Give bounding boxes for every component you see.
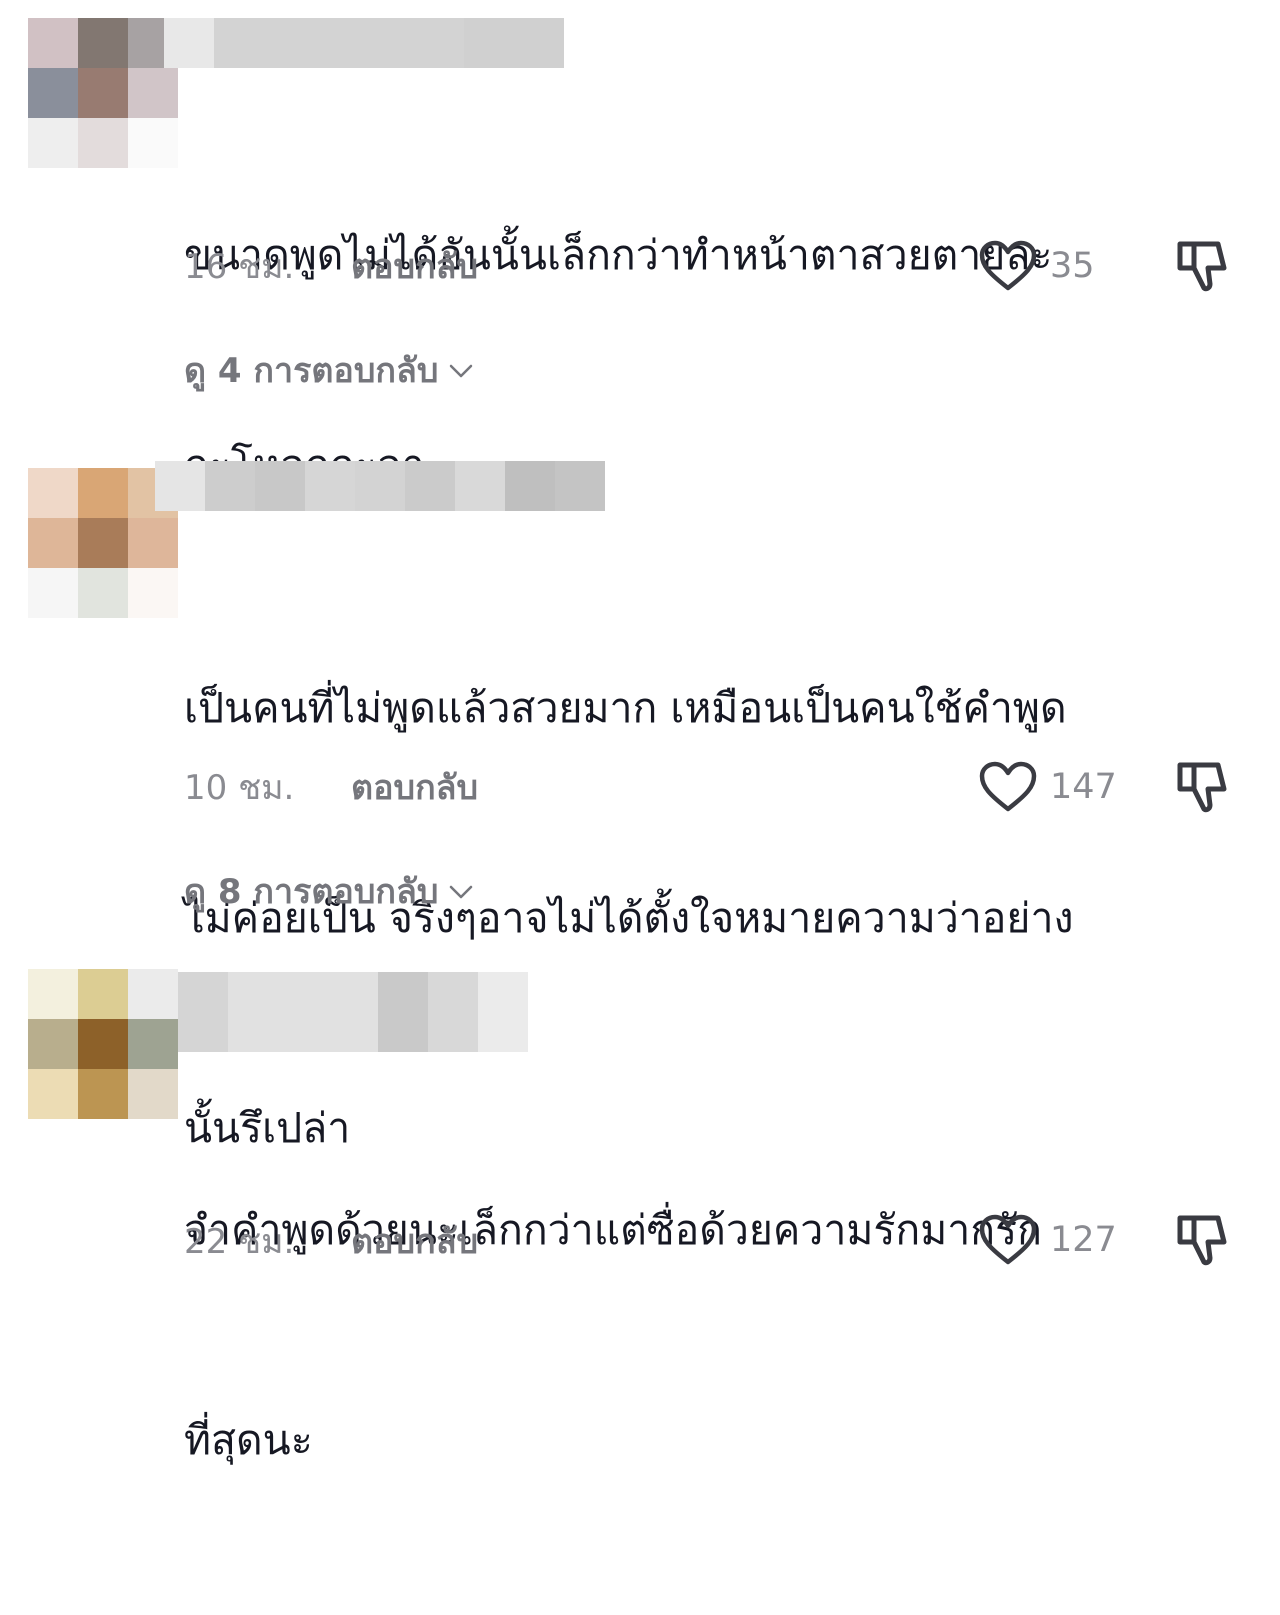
avatar-pixel — [28, 1019, 78, 1069]
username-pixel — [305, 461, 355, 511]
avatar-pixel — [128, 1069, 178, 1119]
reply-button[interactable]: ตอบกลับ — [351, 1214, 478, 1268]
username-pixel — [555, 461, 605, 511]
username-pixel — [205, 461, 255, 511]
username-pixel — [455, 461, 505, 511]
avatar-pixel — [128, 68, 178, 118]
username-pixel — [478, 972, 528, 1052]
comment-time: 10 ชม. — [184, 768, 295, 808]
username-blurred[interactable] — [155, 461, 605, 511]
username-pixel — [378, 972, 428, 1052]
like-button[interactable]: 35 — [978, 240, 1095, 292]
avatar-pixel — [128, 518, 178, 568]
view-replies-button[interactable]: ดู 8 การตอบกลับ — [184, 864, 474, 918]
username-pixel — [255, 461, 305, 511]
comment-time: 16 ชม. — [184, 247, 295, 287]
chevron-down-icon — [450, 885, 473, 899]
comment-text-line: เป็นคนที่ไม่พูดแล้วสวยมาก เหมือนเป็นคนใช… — [184, 684, 1067, 732]
avatar-pixel — [78, 68, 128, 118]
dislike-icon[interactable] — [1174, 1212, 1230, 1268]
comment-text: จำคำพูดด้วยนะเล็กกว่าแต่ซื่อด้วยความรักม… — [184, 1055, 1244, 1615]
username-blurred[interactable] — [178, 972, 528, 1052]
comment-time: 22 ชม. — [184, 1222, 295, 1262]
dislike-icon[interactable] — [1174, 238, 1230, 294]
view-replies-label: ดู 8 การตอบกลับ — [184, 872, 439, 912]
view-replies-label: ดู 4 การตอบกลับ — [184, 351, 439, 391]
avatar-pixel — [78, 568, 128, 618]
username-pixel — [364, 18, 414, 68]
view-replies-button[interactable]: ดู 4 การตอบกลับ — [184, 343, 474, 397]
username-pixel — [328, 972, 378, 1052]
like-button[interactable]: 147 — [978, 761, 1117, 813]
like-button[interactable]: 127 — [978, 1214, 1117, 1266]
username-pixel — [414, 18, 464, 68]
username-pixel — [514, 18, 564, 68]
avatar-pixel — [28, 568, 78, 618]
avatar-pixel — [28, 1069, 78, 1119]
avatar-pixel — [78, 1019, 128, 1069]
username-pixel — [428, 972, 478, 1052]
avatar-pixel — [28, 518, 78, 568]
username-blurred[interactable] — [164, 18, 564, 68]
avatar[interactable] — [28, 969, 178, 1119]
avatar[interactable] — [28, 18, 178, 168]
chevron-down-icon — [450, 364, 473, 378]
avatar-pixel — [128, 568, 178, 618]
reply-button[interactable]: ตอบกลับ — [351, 760, 478, 814]
avatar-pixel — [78, 118, 128, 168]
avatar-pixel — [78, 518, 128, 568]
comment-text-line: ที่สุดนะ — [184, 1416, 313, 1464]
dislike-icon[interactable] — [1174, 759, 1230, 815]
avatar-pixel — [128, 1019, 178, 1069]
avatar-pixel — [28, 969, 78, 1019]
heart-icon — [979, 761, 1037, 812]
avatar-pixel — [128, 969, 178, 1019]
username-pixel — [155, 461, 205, 511]
avatar-pixel — [78, 1069, 128, 1119]
avatar-pixel — [28, 18, 78, 68]
like-count: 127 — [1050, 1220, 1117, 1260]
username-pixel — [505, 461, 555, 511]
avatar-pixel — [78, 969, 128, 1019]
username-pixel — [405, 461, 455, 511]
avatar-pixel — [28, 468, 78, 518]
like-count: 35 — [1050, 246, 1095, 286]
heart-icon — [979, 240, 1037, 291]
avatar-pixel — [78, 468, 128, 518]
username-pixel — [355, 461, 405, 511]
username-pixel — [178, 972, 228, 1052]
avatar-pixel — [28, 68, 78, 118]
avatar-pixel — [78, 18, 128, 68]
username-pixel — [228, 972, 328, 1052]
reply-button[interactable]: ตอบกลับ — [351, 239, 478, 293]
username-pixel — [164, 18, 214, 68]
heart-icon — [979, 1214, 1037, 1265]
like-count: 147 — [1050, 767, 1117, 807]
username-pixel — [464, 18, 514, 68]
avatar-pixel — [28, 118, 78, 168]
avatar-pixel — [128, 118, 178, 168]
username-pixel — [214, 18, 364, 68]
